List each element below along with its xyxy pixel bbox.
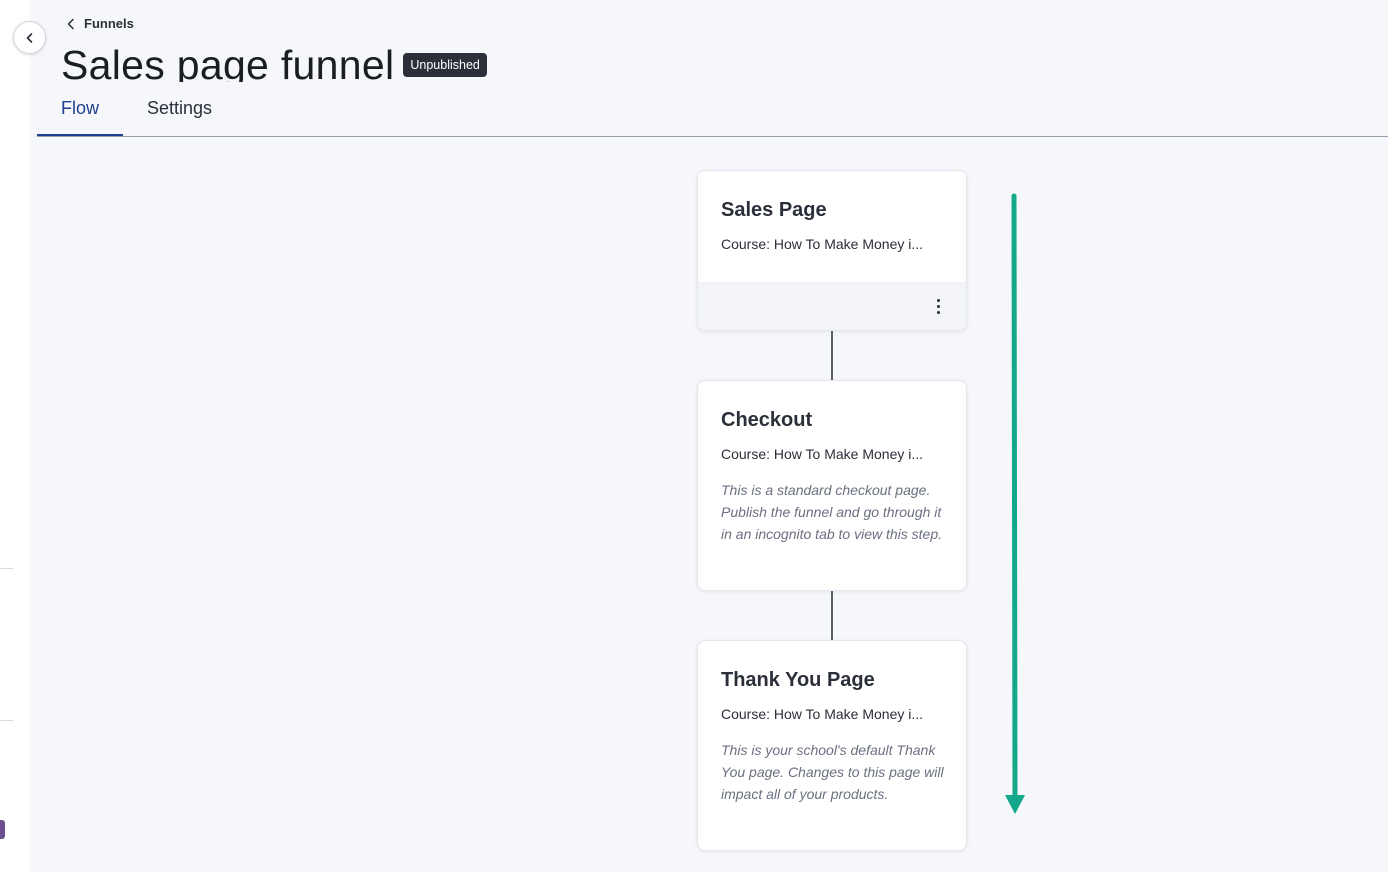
arrow-down-icon <box>1005 193 1025 814</box>
flow-step-card-checkout[interactable]: Checkout Course: How To Make Money i... … <box>697 380 967 591</box>
step-title: Thank You Page <box>721 669 875 691</box>
step-description: This is a standard checkout page. Publis… <box>721 482 943 542</box>
left-sidebar-rail <box>0 0 30 872</box>
back-link-label: Funnels <box>84 16 134 31</box>
chevron-left-icon <box>67 18 74 29</box>
flow-connector <box>831 331 833 380</box>
more-vertical-icon <box>936 298 940 302</box>
tab-settings[interactable]: Settings <box>123 90 236 137</box>
page-title: Sales page funnel <box>61 42 395 82</box>
step-title: Checkout <box>721 409 813 431</box>
step-course: Course: How To Make Money i... <box>721 446 924 462</box>
step-course: Course: How To Make Money i... <box>721 706 924 722</box>
step-title: Sales Page <box>721 199 827 221</box>
sidebar-active-marker <box>0 820 5 839</box>
step-description: This is your school's default Thank You … <box>721 742 944 802</box>
tab-bar: Flow Settings <box>37 90 236 137</box>
tabs-divider <box>37 136 1388 137</box>
flow-connector <box>831 591 833 640</box>
title-row: Sales page funnel Unpublished <box>61 40 487 82</box>
sidebar-divider <box>0 568 13 569</box>
tab-flow[interactable]: Flow <box>37 90 124 137</box>
flow-step-card-thank-you[interactable]: Thank You Page Course: How To Make Money… <box>697 640 967 851</box>
back-to-funnels-link[interactable]: Funnels <box>66 16 134 31</box>
flow-step-card-sales-page[interactable]: Sales Page Course: How To Make Money i..… <box>697 170 967 331</box>
more-options-button[interactable] <box>928 295 948 317</box>
collapse-sidebar-button[interactable] <box>13 21 46 54</box>
card-footer <box>698 282 966 330</box>
status-badge: Unpublished <box>403 53 487 77</box>
chevron-left-icon <box>26 32 32 43</box>
sidebar-divider <box>0 720 13 721</box>
step-course: Course: How To Make Money i... <box>721 236 924 252</box>
